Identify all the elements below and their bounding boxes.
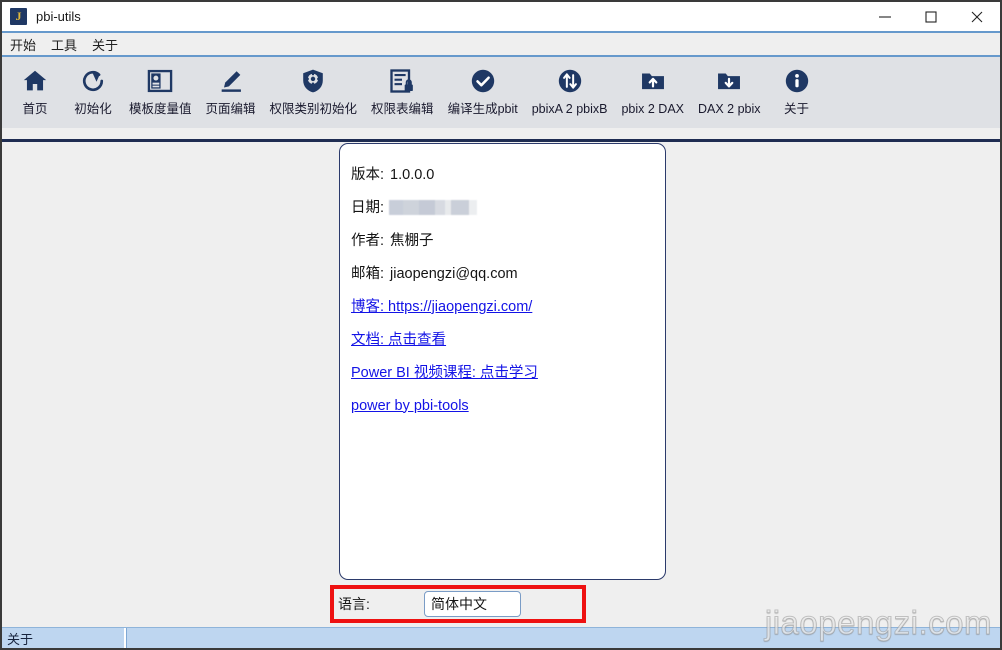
about-course-link[interactable]: Power BI 视频课程: 点击学习 xyxy=(351,364,538,382)
minimize-icon xyxy=(879,15,891,18)
window-controls xyxy=(862,2,1000,31)
toolbar-label-page-edit: 页面编辑 xyxy=(205,102,256,116)
maximize-icon xyxy=(925,10,937,23)
toolbar-label-template-measure: 模板度量值 xyxy=(129,102,192,116)
language-label: 语言: xyxy=(338,596,370,612)
about-author-row: 作者: 焦棚子 xyxy=(346,224,665,257)
toolbar-button-permission-table-edit[interactable]: 权限表编辑 xyxy=(364,57,441,117)
toolbar-button-template-measure[interactable]: 模板度量值 xyxy=(122,57,199,117)
toolbar-button-home[interactable]: 首页 xyxy=(6,57,64,117)
toolbar-label-dax-2-pbix: DAX 2 pbix xyxy=(698,102,761,116)
about-version-label: 版本: xyxy=(351,166,385,183)
main-content: 版本: 1.0.0.0 日期: 作者: 焦棚子 邮箱: jiaopengzi@q… xyxy=(2,142,1000,628)
close-icon xyxy=(971,11,983,22)
about-docs-link[interactable]: 文档: 点击查看 xyxy=(351,331,446,349)
toolbar: 首页 初始化 模板度量值 页面编辑 权限类别初始化 权限表编辑 编译生成pbit… xyxy=(2,57,1000,128)
pencil-edit-icon xyxy=(215,65,247,97)
refresh-counterclockwise-icon xyxy=(77,65,109,97)
toolbar-button-pbixa-2-pbixb[interactable]: pbixA 2 pbixB xyxy=(525,57,615,117)
about-version-row: 版本: 1.0.0.0 xyxy=(346,158,665,191)
menu-item-start[interactable]: 开始 xyxy=(9,34,44,55)
about-date-value-redacted xyxy=(389,200,478,215)
about-email-value: jiaopengzi@qq.com xyxy=(390,265,518,282)
toolbar-button-dax-2-pbix[interactable]: DAX 2 pbix xyxy=(691,57,768,117)
toolbar-button-permission-category-init[interactable]: 权限类别初始化 xyxy=(263,57,365,117)
toolbar-label-home: 首页 xyxy=(22,102,48,116)
toolbar-label-compile-pbit: 编译生成pbit xyxy=(447,102,518,116)
about-powered-by-link[interactable]: power by pbi-tools xyxy=(351,397,469,415)
check-circle-icon xyxy=(467,65,499,97)
toolbar-button-init[interactable]: 初始化 xyxy=(64,57,122,117)
about-date-row: 日期: xyxy=(346,191,665,224)
toolbar-label-permission-table-edit: 权限表编辑 xyxy=(371,102,434,116)
status-bar: 关于 xyxy=(2,628,1000,648)
about-author-value: 焦棚子 xyxy=(390,232,434,249)
about-author-label: 作者: xyxy=(351,232,385,249)
table-layout-icon xyxy=(144,65,176,97)
about-date-label: 日期: xyxy=(351,199,385,216)
about-blog-link[interactable]: 博客: https://jiaopengzi.com/ xyxy=(351,298,532,316)
status-bar-message xyxy=(126,628,1000,648)
language-select[interactable]: 简体中文 xyxy=(424,591,521,617)
home-icon xyxy=(19,65,51,97)
menu-item-about[interactable]: 关于 xyxy=(91,34,126,55)
minimize-button[interactable] xyxy=(862,2,908,31)
close-button[interactable] xyxy=(954,2,1000,31)
toolbar-label-permission-category-init: 权限类别初始化 xyxy=(269,102,358,116)
about-blog-row: 博客: https://jiaopengzi.com/ xyxy=(346,290,665,323)
toolbar-label-pbix-2-dax: pbix 2 DAX xyxy=(621,102,684,116)
toolbar-label-init: 初始化 xyxy=(74,102,112,116)
status-bar-section-label: 关于 xyxy=(2,628,126,648)
about-card: 版本: 1.0.0.0 日期: 作者: 焦棚子 邮箱: jiaopengzi@q… xyxy=(339,143,666,580)
application-window: J pbi-utils 开始 工具 关于 首页 初始化 模板度量值 页面编辑 权… xyxy=(0,0,1002,650)
about-email-row: 邮箱: jiaopengzi@qq.com xyxy=(346,257,665,290)
shield-gear-icon xyxy=(297,65,329,97)
title-bar: J pbi-utils xyxy=(2,2,1000,31)
folder-download-icon xyxy=(713,65,745,97)
about-email-label: 邮箱: xyxy=(351,265,385,282)
toolbar-button-compile-pbit[interactable]: 编译生成pbit xyxy=(441,57,525,117)
menu-item-tools[interactable]: 工具 xyxy=(50,34,85,55)
window-title: pbi-utils xyxy=(36,9,81,24)
folder-upload-icon xyxy=(637,65,669,97)
toolbar-label-pbixa-2-pbixb: pbixA 2 pbixB xyxy=(531,102,608,116)
toolbar-label-about: 关于 xyxy=(784,102,810,116)
app-logo-j-icon: J xyxy=(10,8,27,25)
info-circle-icon xyxy=(781,65,813,97)
toolbar-button-about[interactable]: 关于 xyxy=(768,57,826,117)
title-bar-left: J pbi-utils xyxy=(2,8,862,25)
document-lock-icon xyxy=(386,65,418,97)
maximize-button[interactable] xyxy=(908,2,954,31)
menu-bar: 开始 工具 关于 xyxy=(2,33,1000,55)
language-row: 语言: 简体中文 xyxy=(338,591,578,617)
about-docs-row: 文档: 点击查看 xyxy=(346,323,665,356)
about-powered-by-row: power by pbi-tools xyxy=(346,389,665,422)
about-version-value: 1.0.0.0 xyxy=(390,166,435,183)
swap-arrows-circle-icon xyxy=(554,65,586,97)
toolbar-button-pbix-2-dax[interactable]: pbix 2 DAX xyxy=(614,57,691,117)
toolbar-button-page-edit[interactable]: 页面编辑 xyxy=(199,57,263,117)
about-course-row: Power BI 视频课程: 点击学习 xyxy=(346,356,665,389)
